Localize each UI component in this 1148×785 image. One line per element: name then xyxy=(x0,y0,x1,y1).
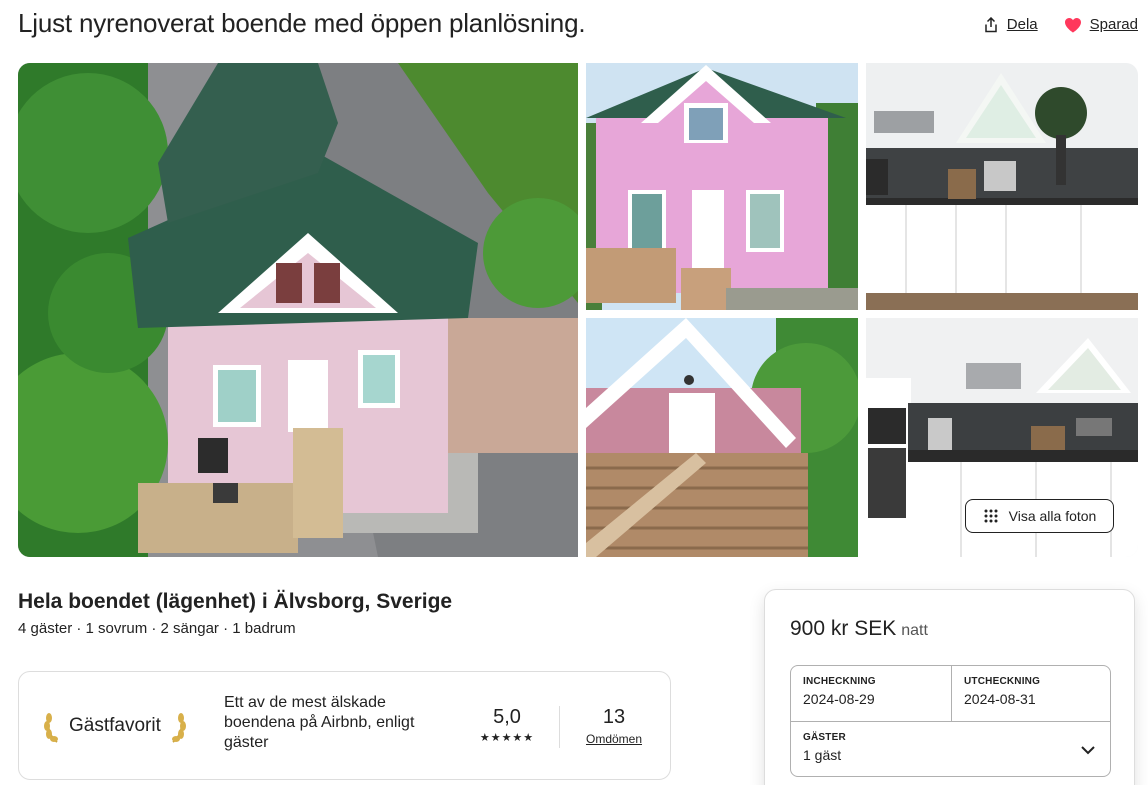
photo-kitchen[interactable] xyxy=(866,63,1138,310)
share-label: Dela xyxy=(1006,16,1038,33)
guest-favorite-label: Gästfavorit xyxy=(69,715,161,736)
heart-icon xyxy=(1064,17,1081,32)
house-side-image xyxy=(586,318,858,557)
guest-favorite-card: Gästfavorit Ett av de mest älskade boend… xyxy=(18,671,671,780)
rating-value: 5,0 xyxy=(493,706,521,728)
save-label: Sparad xyxy=(1089,16,1138,33)
date-guest-picker: INCHECKNING 2024-08-29 UTCHECKNING 2024-… xyxy=(790,665,1111,777)
show-all-photos-label: Visa alla foton xyxy=(1008,508,1097,524)
price-amount: 900 kr SEK xyxy=(790,617,897,640)
guests-value: 1 gäst xyxy=(803,747,842,763)
guest-favorite-description: Ett av de mest älskade boendena på Airbn… xyxy=(224,694,415,751)
rating-block: 5,0 ★★★★★ xyxy=(477,706,537,744)
checkin-label: INCHECKNING xyxy=(803,676,876,687)
checkout-label: UTCHECKNING xyxy=(964,676,1041,687)
divider xyxy=(559,706,560,748)
reviews-link[interactable]: Omdömen xyxy=(574,732,654,746)
kitchen-image xyxy=(866,63,1138,310)
grid-icon xyxy=(984,509,998,523)
listing-title: Hela boendet (lägenhet) i Älvsborg, Sver… xyxy=(18,590,453,613)
listing-summary: 4 gäster · 1 sovrum · 2 sängar · 1 badru… xyxy=(18,620,296,637)
checkout-value: 2024-08-31 xyxy=(964,691,1036,707)
page-title: Ljust nyrenoverat boende med öppen planl… xyxy=(18,8,586,38)
checkin-field[interactable]: INCHECKNING 2024-08-29 xyxy=(791,666,952,721)
show-all-photos-button[interactable]: Visa alla foton xyxy=(965,499,1114,533)
guest-favorite-badge: Gästfavorit xyxy=(43,708,187,744)
reviews-block[interactable]: 13 Omdömen xyxy=(574,706,654,746)
photo-gallery: Visa alla foton xyxy=(18,63,1138,557)
laurel-right-icon xyxy=(171,713,186,743)
guests-field[interactable]: GÄSTER 1 gäst xyxy=(791,721,1110,777)
price: 900 kr SEK natt xyxy=(790,617,928,641)
checkout-field[interactable]: UTCHECKNING 2024-08-31 xyxy=(952,666,1112,721)
rating-stars-icon: ★★★★★ xyxy=(479,732,535,744)
house-aerial-image xyxy=(18,63,578,557)
share-icon xyxy=(985,16,997,32)
photo-house-aerial[interactable] xyxy=(18,63,578,557)
reviews-count: 13 xyxy=(602,706,626,728)
price-unit: natt xyxy=(901,622,928,639)
save-button[interactable]: Sparad xyxy=(1064,16,1138,33)
chevron-down-icon[interactable] xyxy=(1080,742,1096,758)
checkin-value: 2024-08-29 xyxy=(803,691,875,707)
photo-house-front[interactable] xyxy=(586,63,858,310)
photo-house-side[interactable] xyxy=(586,318,858,557)
guests-label: GÄSTER xyxy=(803,732,846,743)
laurel-left-icon xyxy=(44,713,58,743)
booking-card: 900 kr SEK natt INCHECKNING 2024-08-29 U… xyxy=(764,589,1135,785)
share-button[interactable]: Dela xyxy=(983,16,1038,33)
header-actions: Dela Sparad xyxy=(983,16,1138,33)
house-front-image xyxy=(586,63,858,310)
